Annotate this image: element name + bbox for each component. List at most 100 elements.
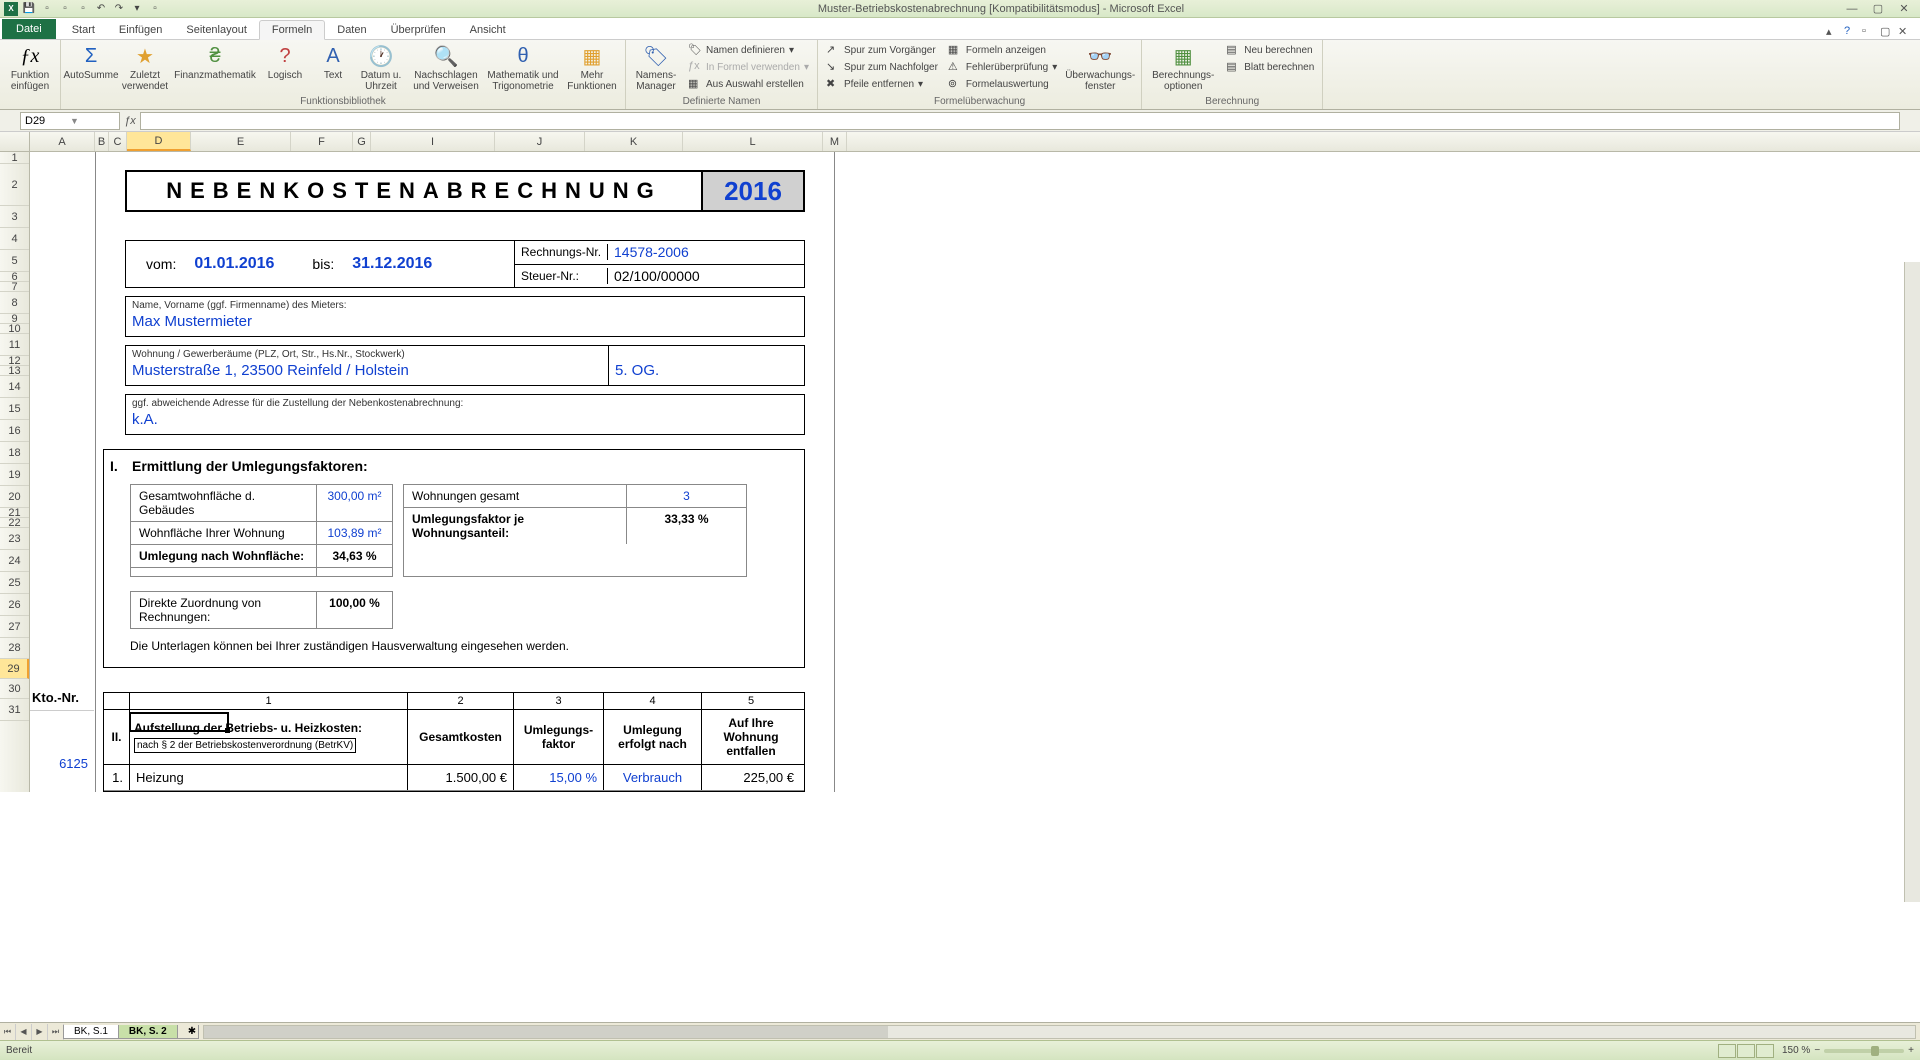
row-header[interactable]: 28	[0, 638, 29, 659]
fx-icon[interactable]: ƒx	[120, 115, 140, 127]
more-button[interactable]: ▦Mehr Funktionen	[565, 42, 619, 92]
zoom-out-icon[interactable]: −	[1814, 1045, 1820, 1056]
row-header[interactable]: 15	[0, 398, 29, 420]
insert-function-button[interactable]: ƒx Funktion einfügen	[6, 42, 54, 92]
row-header[interactable]: 13	[0, 366, 29, 376]
col-header[interactable]: A	[30, 132, 95, 151]
qat-icon[interactable]: ▾	[130, 2, 144, 16]
create-selection-button[interactable]: ▦Aus Auswahl erstellen	[686, 76, 811, 92]
row-header[interactable]: 16	[0, 420, 29, 442]
prev-sheet-icon[interactable]: ◀	[16, 1024, 32, 1040]
col-header[interactable]: C	[109, 132, 127, 151]
tab-seitenlayout[interactable]: Seitenlayout	[174, 21, 259, 39]
layout-view-button[interactable]	[1737, 1044, 1755, 1058]
pagebreak-view-button[interactable]	[1756, 1044, 1774, 1058]
text-button[interactable]: AText	[315, 42, 351, 81]
qat-icon[interactable]: ▫	[40, 2, 54, 16]
tab-start[interactable]: Start	[60, 21, 107, 39]
window-icon[interactable]: ▢	[1880, 25, 1894, 39]
tab-ansicht[interactable]: Ansicht	[458, 21, 518, 39]
col-header[interactable]: D	[127, 132, 191, 151]
col-header[interactable]: M	[823, 132, 847, 151]
math-button[interactable]: θMathematik und Trigonometrie	[487, 42, 559, 92]
col-header[interactable]: G	[353, 132, 371, 151]
row-header[interactable]: 4	[0, 228, 29, 250]
redo-icon[interactable]: ↷	[112, 2, 126, 16]
sheet-tab[interactable]: BK, S.1	[63, 1025, 119, 1039]
new-sheet-icon[interactable]: ✱	[177, 1025, 199, 1039]
row-header[interactable]: 23	[0, 528, 29, 550]
row-header[interactable]: 22	[0, 518, 29, 528]
row-header[interactable]: 30	[0, 679, 29, 699]
window-icon[interactable]: ▫	[1862, 25, 1876, 39]
row-header[interactable]: 31	[0, 699, 29, 721]
maximize-icon[interactable]: ▢	[1866, 2, 1890, 16]
qat-icon[interactable]: ▫	[58, 2, 72, 16]
recent-button[interactable]: ★Zuletzt verwendet	[121, 42, 169, 92]
error-check-button[interactable]: ⚠Fehlerüberprüfung ▾	[946, 59, 1059, 75]
tab-daten[interactable]: Daten	[325, 21, 378, 39]
financial-button[interactable]: ₴Finanzmathematik	[175, 42, 255, 81]
col-header[interactable]: B	[95, 132, 109, 151]
row-header[interactable]: 20	[0, 486, 29, 508]
datetime-button[interactable]: 🕐Datum u. Uhrzeit	[357, 42, 405, 92]
autosum-button[interactable]: ΣAutoSumme	[67, 42, 115, 81]
col-header[interactable]: J	[495, 132, 585, 151]
name-box[interactable]: D29 ▼	[20, 112, 120, 130]
evaluate-formula-button[interactable]: ⊚Formelauswertung	[946, 76, 1059, 92]
row-header[interactable]: 18	[0, 442, 29, 464]
logical-button[interactable]: ?Logisch	[261, 42, 309, 81]
col-header[interactable]: L	[683, 132, 823, 151]
recalc-sheet-button[interactable]: ▤Blatt berechnen	[1224, 59, 1316, 75]
next-sheet-icon[interactable]: ▶	[32, 1024, 48, 1040]
sheet-canvas[interactable]: Kto.-Nr. 6125 NEBENKOSTENABRECHNUNG 2016…	[30, 152, 1920, 792]
ribbon-minimize-icon[interactable]: ▴	[1826, 25, 1840, 39]
help-icon[interactable]: ?	[1844, 25, 1858, 39]
row-header[interactable]: 2	[0, 164, 29, 206]
recalc-button[interactable]: ▤Neu berechnen	[1224, 42, 1316, 58]
name-manager-button[interactable]: 🏷Namens- Manager	[632, 42, 680, 92]
row-header[interactable]: 14	[0, 376, 29, 398]
row-header[interactable]: 8	[0, 292, 29, 314]
remove-arrows-button[interactable]: ✖Pfeile entfernen ▾	[824, 76, 940, 92]
calc-options-button[interactable]: ▦Berechnungs- optionen	[1148, 42, 1218, 92]
formula-input[interactable]	[140, 112, 1900, 130]
row-header[interactable]: 29	[0, 659, 29, 679]
tab-ueberpruefen[interactable]: Überprüfen	[379, 21, 458, 39]
col-header[interactable]: F	[291, 132, 353, 151]
normal-view-button[interactable]	[1718, 1044, 1736, 1058]
last-sheet-icon[interactable]: ⏭	[48, 1024, 64, 1040]
row-header[interactable]: 27	[0, 616, 29, 638]
zoom-slider[interactable]	[1824, 1049, 1904, 1053]
lookup-button[interactable]: 🔍Nachschlagen und Verweisen	[411, 42, 481, 92]
tab-einfuegen[interactable]: Einfügen	[107, 21, 174, 39]
tab-formeln[interactable]: Formeln	[259, 20, 325, 40]
minimize-icon[interactable]: —	[1840, 2, 1864, 16]
tab-file[interactable]: Datei	[2, 19, 56, 39]
vertical-scrollbar[interactable]	[1904, 262, 1920, 902]
dropdown-icon[interactable]: ▼	[70, 116, 115, 126]
row-header[interactable]: 3	[0, 206, 29, 228]
row-header[interactable]: 19	[0, 464, 29, 486]
use-formula-button[interactable]: ƒxIn Formel verwenden ▾	[686, 59, 811, 75]
show-formulas-button[interactable]: ▦Formeln anzeigen	[946, 42, 1059, 58]
row-header[interactable]: 25	[0, 572, 29, 594]
col-header[interactable]: E	[191, 132, 291, 151]
zoom-in-icon[interactable]: +	[1908, 1045, 1914, 1056]
define-name-button[interactable]: 🏷Namen definieren ▾	[686, 42, 811, 58]
select-all-corner[interactable]	[0, 132, 30, 151]
horizontal-scrollbar[interactable]	[203, 1025, 1916, 1039]
first-sheet-icon[interactable]: ⏮	[0, 1024, 16, 1040]
row-header[interactable]: 11	[0, 334, 29, 356]
qat-icon[interactable]: ▫	[148, 2, 162, 16]
qat-icon[interactable]: ▫	[76, 2, 90, 16]
undo-icon[interactable]: ↶	[94, 2, 108, 16]
row-header[interactable]: 7	[0, 282, 29, 292]
row-header[interactable]: 24	[0, 550, 29, 572]
trace-dependents-button[interactable]: ↘Spur zum Nachfolger	[824, 59, 940, 75]
row-header[interactable]: 26	[0, 594, 29, 616]
row-header[interactable]: 5	[0, 250, 29, 272]
save-icon[interactable]: 💾	[22, 2, 36, 16]
window-close-icon[interactable]: ✕	[1898, 25, 1912, 39]
col-header[interactable]: I	[371, 132, 495, 151]
